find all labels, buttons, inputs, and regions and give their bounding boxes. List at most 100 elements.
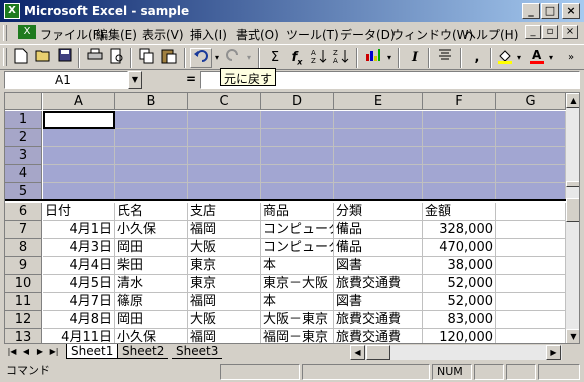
cell-e11[interactable]: 図書 xyxy=(334,293,423,311)
select-all-button[interactable] xyxy=(5,93,42,110)
cell-a8[interactable]: 4月3日 xyxy=(43,239,115,257)
row-header[interactable]: 9 xyxy=(5,257,42,275)
cell-d11[interactable]: 本 xyxy=(261,293,334,311)
row-header[interactable]: 2 xyxy=(5,129,42,147)
cell-c8[interactable]: 大阪 xyxy=(188,239,261,257)
cell-f3[interactable] xyxy=(423,147,496,165)
cell-a10[interactable]: 4月5日 xyxy=(43,275,115,293)
prev-sheet-icon[interactable]: ◀ xyxy=(20,345,32,359)
undo-dropdown[interactable]: ▾ xyxy=(212,48,222,68)
cell-a2[interactable] xyxy=(43,129,115,147)
cell-b12[interactable]: 岡田 xyxy=(115,311,188,329)
cell-g7[interactable] xyxy=(496,221,566,239)
freeze-pane-divider[interactable] xyxy=(5,199,579,201)
cell-f13[interactable]: 120,000 xyxy=(423,329,496,343)
active-cell-a1[interactable] xyxy=(43,111,115,129)
align-center-icon[interactable] xyxy=(434,48,456,68)
column-header[interactable]: E xyxy=(334,93,423,110)
cell-b7[interactable]: 小久保 xyxy=(115,221,188,239)
row-header[interactable]: 12 xyxy=(5,311,42,329)
cell-e7[interactable]: 備品 xyxy=(334,221,423,239)
minimize-button[interactable]: _ xyxy=(522,3,540,19)
function-icon[interactable]: fx xyxy=(286,48,308,68)
row-header[interactable]: 3 xyxy=(5,147,42,165)
doc-restore-button[interactable]: ▫ xyxy=(542,25,558,39)
cell-e4[interactable] xyxy=(334,165,423,183)
vertical-scroll-thumb[interactable] xyxy=(566,198,579,222)
cell-c4[interactable] xyxy=(188,165,261,183)
menu-edit[interactable]: 編集(E) xyxy=(96,26,137,43)
menu-file[interactable]: ファイル(F) xyxy=(40,26,104,43)
menu-tools[interactable]: ツール(T) xyxy=(286,26,339,43)
cell-c6[interactable]: 支店 xyxy=(188,203,261,221)
cell-d1[interactable] xyxy=(261,111,334,129)
name-box-dropdown[interactable]: ▼ xyxy=(128,71,142,89)
cell-f6[interactable]: 金額 xyxy=(423,203,496,221)
undo-icon[interactable] xyxy=(190,48,212,68)
cell-d6[interactable]: 商品 xyxy=(261,203,334,221)
cell-e13[interactable]: 旅費交通費 xyxy=(334,329,423,343)
row-header[interactable]: 11 xyxy=(5,293,42,311)
font-color-dropdown[interactable]: ▾ xyxy=(546,48,556,68)
menu-help[interactable]: ヘルプ(H) xyxy=(464,26,518,43)
open-icon[interactable] xyxy=(32,48,54,68)
cell-a12[interactable]: 4月8日 xyxy=(43,311,115,329)
row-header[interactable]: 13 xyxy=(5,329,42,343)
cell-c11[interactable]: 福岡 xyxy=(188,293,261,311)
cell-b13[interactable]: 小久保 xyxy=(115,329,188,343)
column-header[interactable]: F xyxy=(423,93,496,110)
row-header[interactable]: 10 xyxy=(5,275,42,293)
cell-b2[interactable] xyxy=(115,129,188,147)
row-header[interactable]: 4 xyxy=(5,165,42,183)
cell-b3[interactable] xyxy=(115,147,188,165)
cell-f7[interactable]: 328,000 xyxy=(423,221,496,239)
cell-e3[interactable] xyxy=(334,147,423,165)
cell-d12[interactable]: 大阪－東京 xyxy=(261,311,334,329)
toolbar-overflow-icon[interactable]: » xyxy=(564,48,578,68)
chart-icon[interactable] xyxy=(362,48,384,68)
cell-a3[interactable] xyxy=(43,147,115,165)
cell-c2[interactable] xyxy=(188,129,261,147)
row-header[interactable]: 8 xyxy=(5,239,42,257)
menu-grip[interactable] xyxy=(3,25,7,41)
cell-b10[interactable]: 清水 xyxy=(115,275,188,293)
row-header[interactable]: 1 xyxy=(5,111,42,129)
doc-close-button[interactable]: × xyxy=(562,25,578,39)
cell-a9[interactable]: 4月4日 xyxy=(43,257,115,275)
fill-color-icon[interactable] xyxy=(494,48,516,68)
cell-a11[interactable]: 4月7日 xyxy=(43,293,115,311)
cell-g4[interactable] xyxy=(496,165,566,183)
name-box[interactable]: A1 xyxy=(4,71,128,89)
cell-b11[interactable]: 篠原 xyxy=(115,293,188,311)
cell-b1[interactable] xyxy=(115,111,188,129)
toolbar-grip[interactable] xyxy=(3,48,7,66)
italic-icon[interactable]: I xyxy=(404,48,426,68)
redo-dropdown[interactable]: ▾ xyxy=(244,48,254,68)
scroll-up-icon[interactable]: ▲ xyxy=(566,93,579,108)
comma-icon[interactable]: , xyxy=(466,48,488,68)
cell-g12[interactable] xyxy=(496,311,566,329)
cell-d9[interactable]: 本 xyxy=(261,257,334,275)
cell-g9[interactable] xyxy=(496,257,566,275)
sort-desc-icon[interactable]: ZA xyxy=(330,48,352,68)
cell-a7[interactable]: 4月1日 xyxy=(43,221,115,239)
split-box[interactable] xyxy=(566,181,579,187)
cell-g10[interactable] xyxy=(496,275,566,293)
cell-f9[interactable]: 38,000 xyxy=(423,257,496,275)
menu-insert[interactable]: 挿入(I) xyxy=(190,26,227,43)
cell-c10[interactable]: 東京 xyxy=(188,275,261,293)
cell-e12[interactable]: 旅費交通費 xyxy=(334,311,423,329)
cell-d3[interactable] xyxy=(261,147,334,165)
cell-e1[interactable] xyxy=(334,111,423,129)
cell-c9[interactable]: 東京 xyxy=(188,257,261,275)
sum-icon[interactable]: Σ xyxy=(264,48,286,68)
print-icon[interactable] xyxy=(84,48,106,68)
cell-c3[interactable] xyxy=(188,147,261,165)
tab-sheet2[interactable]: Sheet2 xyxy=(118,344,169,359)
cell-a13[interactable]: 4月11日 xyxy=(43,329,115,343)
close-button[interactable]: × xyxy=(562,3,580,19)
cell-b9[interactable]: 柴田 xyxy=(115,257,188,275)
cell-c12[interactable]: 大阪 xyxy=(188,311,261,329)
cell-f11[interactable]: 52,000 xyxy=(423,293,496,311)
cell-g3[interactable] xyxy=(496,147,566,165)
